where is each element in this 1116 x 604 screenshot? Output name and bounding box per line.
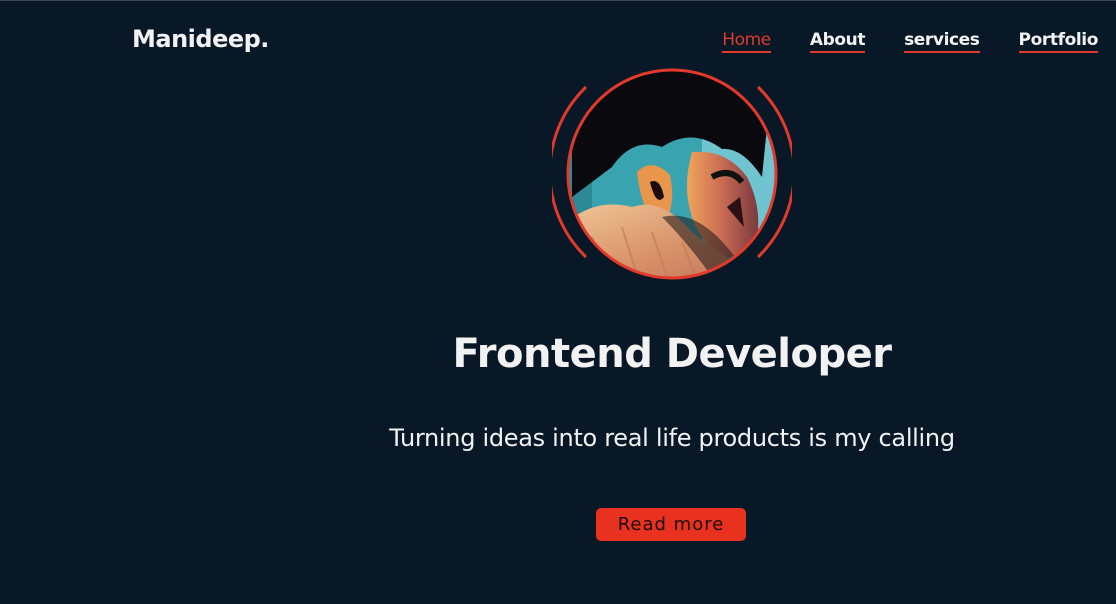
nav-link-home[interactable]: Home [722, 30, 771, 53]
profile-avatar [552, 57, 792, 291]
main-nav: Home About services Portfolio [722, 30, 1098, 53]
nav-link-about[interactable]: About [809, 30, 865, 53]
read-more-button[interactable]: Read more [596, 508, 746, 541]
nav-link-portfolio[interactable]: Portfolio [1018, 30, 1098, 53]
hero-tagline: Turning ideas into real life products is… [389, 424, 955, 452]
profile-photo-illustration [552, 68, 792, 280]
hero-headline: Frontend Developer [452, 331, 892, 377]
site-logo[interactable]: Manideep. [132, 25, 269, 53]
nav-link-services[interactable]: services [904, 30, 980, 53]
